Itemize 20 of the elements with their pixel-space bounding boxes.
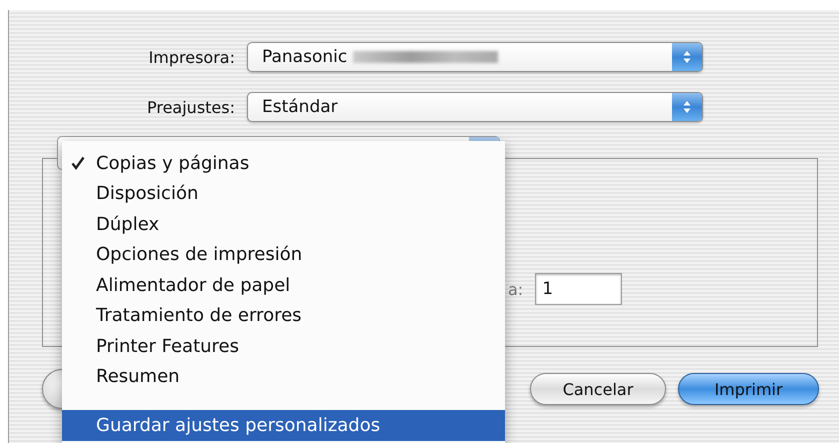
to-label: a: [508,280,524,298]
presets-popup[interactable]: Estándar [247,92,703,122]
to-field[interactable]: 1 [535,273,622,305]
menu-item[interactable]: Tratamiento de errores [62,300,505,331]
menu-item[interactable]: Opciones de impresión [62,240,505,270]
menu-item[interactable]: Printer Features [62,331,505,362]
presets-label: Preajustes: [146,98,235,116]
menu-item[interactable]: Copias y páginas [62,148,505,178]
cancel-button[interactable]: Cancelar [530,373,666,405]
printer-label: Impresora: [148,48,235,66]
menu-item[interactable]: Guardar ajustes personalizados [62,410,505,440]
print-button[interactable]: Imprimir [678,373,819,405]
menu-item[interactable]: Disposición [62,178,505,209]
up-down-arrows-icon [683,100,691,114]
up-down-arrows-icon [683,50,691,64]
printer-popup[interactable]: Panasonic [247,42,703,72]
menu-item[interactable]: Resumen [62,362,505,392]
checkmark-icon [71,156,85,170]
menu-item[interactable]: Alimentador de papel [62,270,505,300]
menu-item[interactable]: Dúplex [62,209,505,240]
